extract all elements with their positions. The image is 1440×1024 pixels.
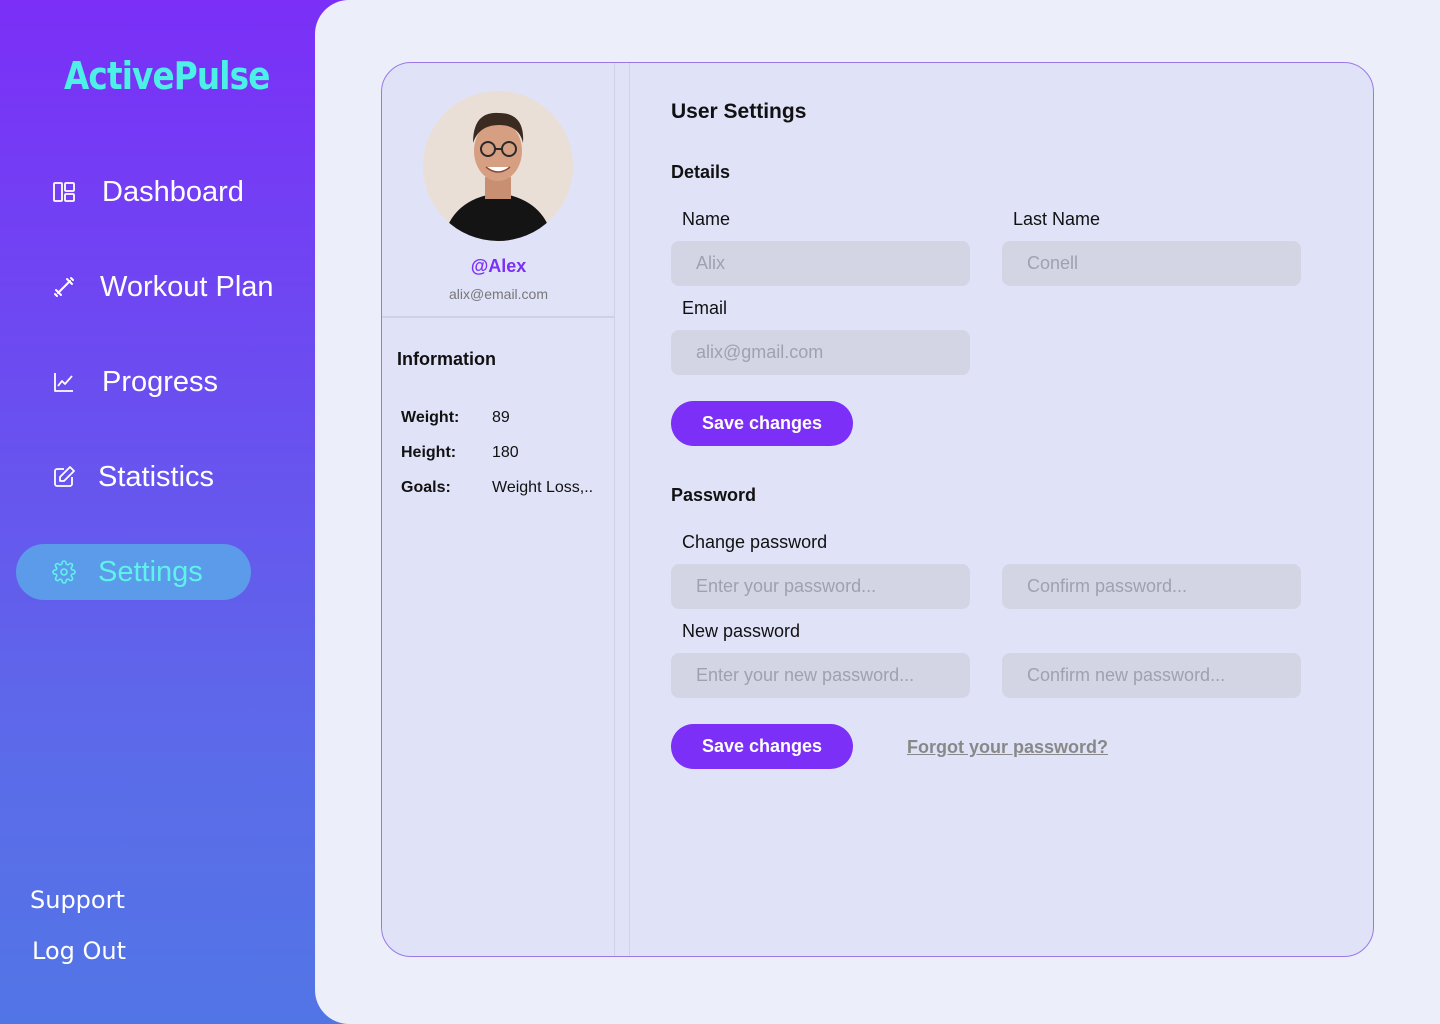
- save-password-button[interactable]: Save changes: [671, 724, 853, 769]
- profile-handle: @Alex: [470, 256, 527, 276]
- password-section-title: Password: [671, 485, 757, 505]
- last-name-field[interactable]: [1002, 241, 1301, 286]
- sidebar-item-label: Progress: [102, 365, 219, 398]
- change-password-label: Change password: [682, 532, 828, 552]
- new-password-label: New password: [682, 621, 801, 641]
- info-row-goals: Goals: Weight Loss,..: [401, 479, 593, 497]
- name-field[interactable]: [671, 241, 970, 286]
- gear-icon: [52, 560, 76, 584]
- information-title: Information: [397, 349, 496, 369]
- settings-card: @Alex alix@email.com Information Weight:…: [381, 62, 1374, 957]
- app-logo: ActivePulse: [64, 54, 270, 98]
- edit-icon: [52, 465, 76, 489]
- info-value: 180: [492, 444, 519, 461]
- dashboard-icon: [52, 180, 76, 204]
- logout-link[interactable]: Log Out: [32, 937, 126, 965]
- profile-email: alix@email.com: [448, 286, 548, 302]
- current-password-field[interactable]: [671, 564, 970, 609]
- sidebar-item-dashboard[interactable]: Dashboard: [52, 164, 244, 220]
- sidebar-item-workout-plan[interactable]: Workout Plan: [52, 259, 274, 315]
- save-details-button[interactable]: Save changes: [671, 401, 853, 446]
- profile-panel: @Alex alix@email.com Information Weight:…: [382, 63, 615, 956]
- person-avatar-icon: [423, 91, 573, 241]
- info-row-weight: Weight: 89: [401, 409, 510, 427]
- confirm-password-field[interactable]: [1002, 564, 1301, 609]
- email-field[interactable]: [671, 330, 970, 375]
- name-label: Name: [682, 209, 731, 229]
- confirm-new-password-field[interactable]: [1002, 653, 1301, 698]
- new-password-field[interactable]: [671, 653, 970, 698]
- info-key: Height:: [401, 444, 457, 461]
- page-title: User Settings: [671, 100, 807, 123]
- support-link[interactable]: Support: [30, 886, 125, 914]
- info-row-height: Height: 180: [401, 444, 519, 462]
- info-key: Weight:: [401, 409, 460, 426]
- sidebar-item-settings[interactable]: Settings: [16, 544, 251, 600]
- last-name-label: Last Name: [1013, 209, 1101, 229]
- avatar: [423, 91, 573, 241]
- sidebar-item-label: Workout Plan: [100, 270, 274, 303]
- sidebar: ActivePulse Dashboard Workout Plan Progr…: [0, 0, 315, 1024]
- dumbbell-icon: [52, 275, 76, 299]
- info-value: Weight Loss,..: [492, 479, 594, 496]
- details-section-title: Details: [671, 162, 731, 182]
- info-key: Goals:: [401, 479, 451, 496]
- email-label: Email: [682, 298, 728, 318]
- divider: [629, 63, 630, 956]
- info-value: 89: [492, 409, 510, 426]
- sidebar-item-progress[interactable]: Progress: [52, 354, 218, 410]
- main-panel: @Alex alix@email.com Information Weight:…: [315, 0, 1440, 1024]
- sidebar-item-label: Statistics: [98, 460, 215, 493]
- forgot-password-link[interactable]: Forgot your password?: [907, 737, 1108, 758]
- sidebar-item-label: Settings: [98, 555, 203, 588]
- chart-line-icon: [52, 370, 76, 394]
- divider: [382, 316, 615, 318]
- sidebar-item-statistics[interactable]: Statistics: [52, 449, 214, 505]
- sidebar-item-label: Dashboard: [102, 175, 244, 208]
